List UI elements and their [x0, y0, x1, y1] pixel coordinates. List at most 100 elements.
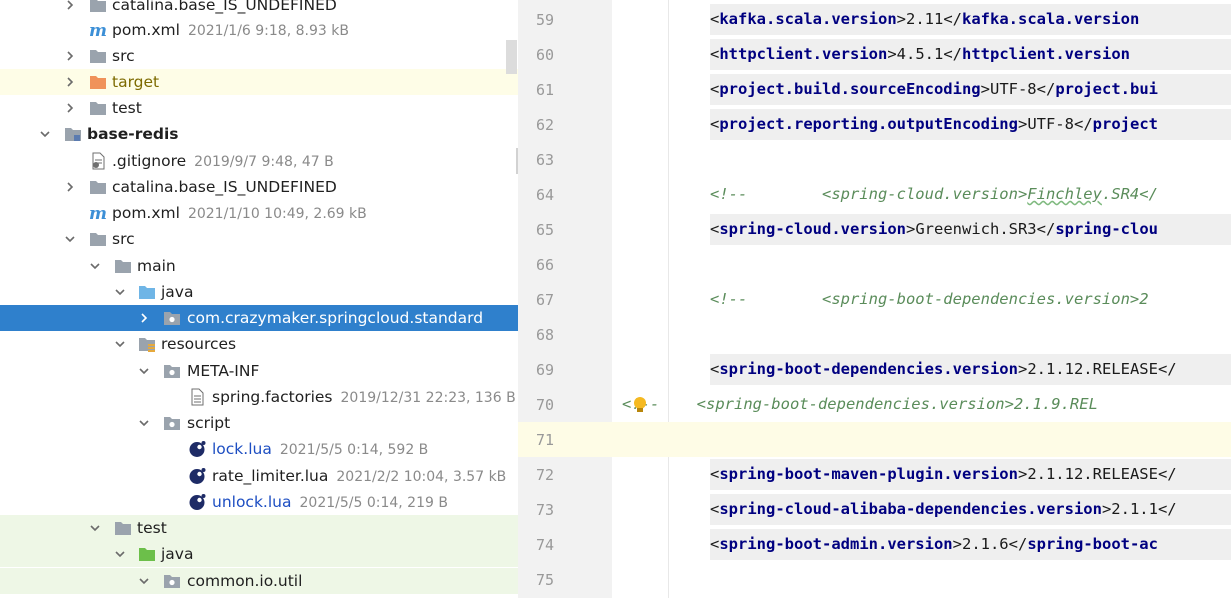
lightbulb-icon[interactable] — [631, 395, 649, 415]
line-number: 69 — [535, 361, 554, 379]
xml-value: 2.1.12.RELEASE — [1027, 360, 1158, 378]
chevron-down-icon[interactable] — [138, 575, 150, 587]
tree-item-label: main — [137, 257, 176, 275]
tree-row-target[interactable]: target — [0, 69, 518, 95]
code-line-64[interactable]: 64 <!-- <spring-cloud.version>Finchley.SR… — [518, 177, 1231, 212]
xml-tag-name: project.bui — [1055, 80, 1158, 98]
code-line-61[interactable]: 61 <project.build.sourceEncoding>UTF-8</p… — [518, 72, 1231, 107]
line-number: 63 — [535, 151, 554, 169]
code-line-73[interactable]: 73 <spring-cloud-alibaba-dependencies.ver… — [518, 492, 1231, 527]
tree-row-main[interactable]: main — [0, 253, 518, 279]
tree-row-src[interactable]: src — [0, 226, 518, 252]
code-line-65[interactable]: 65 <spring-cloud.version>Greenwich.SR3</s… — [518, 212, 1231, 247]
chevron-right-icon[interactable] — [64, 76, 76, 88]
chevron-down-icon[interactable] — [64, 233, 76, 245]
chevron-down-icon[interactable] — [138, 365, 150, 377]
file-name: src — [112, 230, 135, 248]
chevron-right-icon[interactable] — [64, 181, 76, 193]
code-line-63[interactable]: 63 — [518, 142, 1231, 177]
chevron-down-icon[interactable] — [138, 417, 150, 429]
chevron-right-icon[interactable] — [64, 50, 76, 62]
maven-icon: m — [89, 21, 107, 39]
xml-value: Greenwich.SR3 — [915, 220, 1037, 238]
xml-bracket: > — [1101, 500, 1112, 518]
tree-item-label: pom.xml 2021/1/6 9:18, 8.93 kB — [112, 21, 349, 39]
tree-item-label: java — [161, 545, 193, 563]
package-icon — [163, 414, 181, 432]
tree-row-java[interactable]: java — [0, 541, 518, 567]
lua-icon — [188, 493, 206, 511]
tree-row-test[interactable]: test — [0, 515, 518, 541]
tree-row-resources[interactable]: resources — [0, 331, 518, 357]
code-line-68[interactable]: 68 — [518, 317, 1231, 352]
code-line-67[interactable]: 67 <!-- <spring-boot-dependencies.version… — [518, 282, 1231, 317]
xml-bracket: </ — [1157, 500, 1177, 518]
module-icon — [64, 125, 82, 143]
spelling-warning[interactable]: Finchley — [1027, 185, 1102, 203]
xml-bracket: < — [710, 220, 720, 238]
tree-row-pom-xml[interactable]: m pom.xml 2021/1/6 9:18, 8.93 kB — [0, 17, 518, 43]
chevron-down-icon[interactable] — [114, 338, 126, 350]
code-line-75[interactable]: 75 — [518, 562, 1231, 597]
chevron-down-icon[interactable] — [114, 286, 126, 298]
code-line-62[interactable]: 62 <project.reporting.outputEncoding>UTF-… — [518, 107, 1231, 142]
code-line-72[interactable]: 72 <spring-boot-maven-plugin.version>2.1.… — [518, 457, 1231, 492]
xml-value: 2.1.1 — [1111, 500, 1158, 518]
code-line-74[interactable]: 74 <spring-boot-admin.version>2.1.6</spri… — [518, 527, 1231, 562]
tree-row-src[interactable]: src — [0, 43, 518, 69]
tree-row-meta-inf[interactable]: META-INF — [0, 358, 518, 384]
tree-row-spring-factories[interactable]: spring.factories 2019/12/31 22:23, 136 B — [0, 384, 518, 410]
xml-bracket: < — [710, 360, 720, 378]
file-name: com.crazymaker.springcloud.standard — [187, 309, 484, 327]
xml-element: <spring-cloud.version>Greenwich.SR3</spr… — [710, 220, 1158, 238]
xml-element: <project.reporting.outputEncoding>UTF-8<… — [710, 115, 1158, 133]
file-name: java — [161, 283, 194, 301]
code-line-71[interactable]: 71 — [518, 422, 1231, 457]
chevron-right-icon[interactable] — [64, 102, 76, 114]
tree-row-catalina-base-is-undefined[interactable]: catalina.base_IS_UNDEFINED — [0, 174, 518, 200]
code-line-70[interactable]: 70 <!-- <spring-boot-dependencies.version… — [518, 387, 1231, 422]
chevron-down-icon[interactable] — [89, 260, 101, 272]
line-number: 73 — [535, 501, 554, 519]
code-line-69[interactable]: 69 <spring-boot-dependencies.version>2.1.… — [518, 352, 1231, 387]
code-editor[interactable]: 59 <kafka.scala.version>2.11</kafka.scala… — [518, 0, 1231, 598]
tree-row-java[interactable]: java — [0, 279, 518, 305]
code-line-66[interactable]: 66 — [518, 247, 1231, 282]
tree-row-pom-xml[interactable]: m pom.xml 2021/1/10 10:49, 2.69 kB — [0, 200, 518, 226]
tree-row-lock-lua[interactable]: lock.lua 2021/5/5 0:14, 592 B — [0, 436, 518, 462]
chevron-down-icon[interactable] — [39, 128, 51, 140]
file-meta: 2021/2/2 10:04, 3.57 kB — [336, 469, 507, 485]
code-line-59[interactable]: 59 <kafka.scala.version>2.11</kafka.scala… — [518, 2, 1231, 37]
xml-element: <httpclient.version>4.5.1</httpclient.ve… — [710, 45, 1130, 63]
comment-text: <!-- <spring-boot-dependencies.version>2 — [710, 290, 1149, 308]
tree-row-base-redis[interactable]: base-redis — [0, 121, 518, 147]
tree-row-rate-limiter-lua[interactable]: rate_limiter.lua 2021/2/2 10:04, 3.57 kB — [0, 463, 518, 489]
tree-row-test[interactable]: test — [0, 95, 518, 121]
folder-icon — [89, 178, 107, 196]
xml-bracket: </ — [943, 45, 963, 63]
chevron-right-icon[interactable] — [138, 312, 150, 324]
tree-row-script[interactable]: script — [0, 410, 518, 436]
chevron-down-icon[interactable] — [114, 548, 126, 560]
tree-scrollbar[interactable] — [506, 40, 517, 74]
file-name: pom.xml — [112, 204, 180, 222]
tree-row-common-io-util[interactable]: common.io.util — [0, 568, 518, 594]
xml-bracket: </ — [1036, 80, 1056, 98]
xml-bracket: < — [710, 535, 720, 553]
folder-icon — [89, 99, 107, 117]
chevron-down-icon[interactable] — [89, 522, 101, 534]
tree-row-catalina-base-is-undefined[interactable]: catalina.base_IS_UNDEFINED — [0, 0, 518, 18]
tree-row-gitignore[interactable]: .gitignore 2019/9/7 9:48, 47 B — [0, 148, 518, 174]
xml-tag-name: spring-boot-dependencies.version — [719, 360, 1018, 378]
xml-element: <spring-boot-admin.version>2.1.6</spring… — [710, 535, 1158, 553]
source-folder-icon — [138, 283, 156, 301]
tree-item-label: target — [112, 73, 159, 91]
chevron-right-icon[interactable] — [64, 0, 76, 11]
tree-row-com-crazymaker-springcloud-standard[interactable]: com.crazymaker.springcloud.standard — [0, 305, 518, 331]
code-line-60[interactable]: 60 <httpclient.version>4.5.1</httpclient.… — [518, 37, 1231, 72]
tree-row-unlock-lua[interactable]: unlock.lua 2021/5/5 0:14, 219 B — [0, 489, 518, 515]
xml-tag-name: project.reporting.outputEncoding — [719, 115, 1018, 133]
file-name: base-redis — [87, 125, 179, 143]
folder-icon — [114, 519, 132, 537]
tree-item-label: resources — [161, 335, 236, 353]
